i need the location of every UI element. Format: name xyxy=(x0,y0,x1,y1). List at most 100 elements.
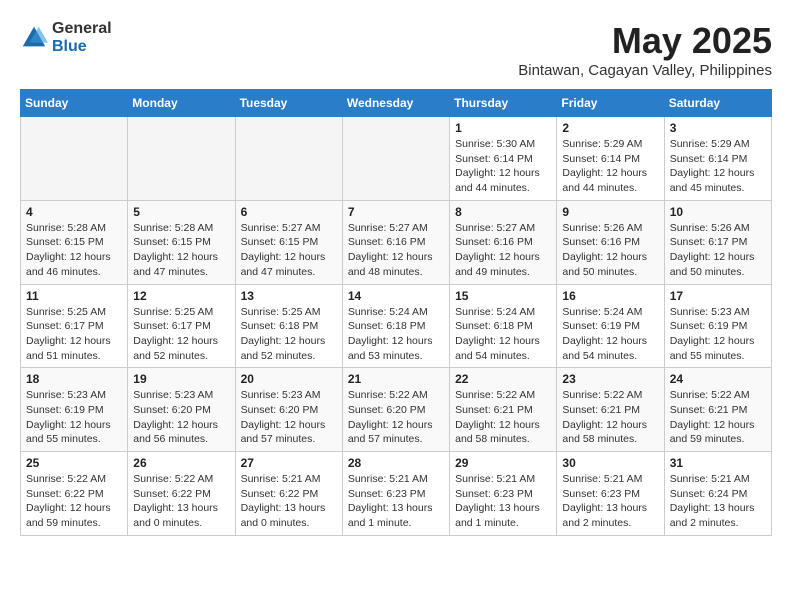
day-info: Sunrise: 5:26 AMSunset: 6:17 PMDaylight:… xyxy=(670,221,766,280)
day-number: 17 xyxy=(670,289,766,303)
day-info: Sunrise: 5:24 AMSunset: 6:18 PMDaylight:… xyxy=(348,305,444,364)
day-info: Sunrise: 5:22 AMSunset: 6:22 PMDaylight:… xyxy=(133,472,229,531)
day-number: 6 xyxy=(241,205,337,219)
page-header: General Blue May 2025 Bintawan, Cagayan … xyxy=(20,20,772,79)
day-info: Sunrise: 5:25 AMSunset: 6:18 PMDaylight:… xyxy=(241,305,337,364)
day-number: 29 xyxy=(455,456,551,470)
col-header-friday: Friday xyxy=(557,90,664,117)
day-cell-12: 12 Sunrise: 5:25 AMSunset: 6:17 PMDayligh… xyxy=(128,284,235,368)
day-info: Sunrise: 5:21 AMSunset: 6:23 PMDaylight:… xyxy=(455,472,551,531)
day-cell-8: 8Sunrise: 5:27 AMSunset: 6:16 PMDaylight… xyxy=(450,200,557,284)
empty-cell xyxy=(21,117,128,201)
day-cell-3: 3 Sunrise: 5:29 AMSunset: 6:14 PMDaylight… xyxy=(664,117,771,201)
day-info: Sunrise: 5:22 AMSunset: 6:21 PMDaylight:… xyxy=(562,388,658,447)
day-number: 31 xyxy=(670,456,766,470)
calendar-title: May 2025 xyxy=(518,20,772,62)
day-number: 8 xyxy=(455,205,551,219)
day-number: 11 xyxy=(26,289,122,303)
day-cell-4: 4 Sunrise: 5:28 AMSunset: 6:15 PMDaylight… xyxy=(21,200,128,284)
day-cell-20: 20Sunrise: 5:23 AMSunset: 6:20 PMDayligh… xyxy=(235,368,342,452)
day-cell-30: 30 Sunrise: 5:21 AMSunset: 6:23 PMDayligh… xyxy=(557,452,664,536)
day-info: Sunrise: 5:27 AMSunset: 6:16 PMDaylight:… xyxy=(348,221,444,280)
day-number: 3 xyxy=(670,121,766,135)
week-row-4: 18Sunrise: 5:23 AMSunset: 6:19 PMDayligh… xyxy=(21,368,772,452)
day-number: 15 xyxy=(455,289,551,303)
day-number: 7 xyxy=(348,205,444,219)
day-info: Sunrise: 5:27 AMSunset: 6:15 PMDaylight:… xyxy=(241,221,337,280)
day-number: 14 xyxy=(348,289,444,303)
col-header-thursday: Thursday xyxy=(450,90,557,117)
col-header-sunday: Sunday xyxy=(21,90,128,117)
day-number: 2 xyxy=(562,121,658,135)
day-number: 18 xyxy=(26,372,122,386)
day-info: Sunrise: 5:21 AMSunset: 6:22 PMDaylight:… xyxy=(241,472,337,531)
day-number: 4 xyxy=(26,205,122,219)
empty-cell xyxy=(235,117,342,201)
day-number: 24 xyxy=(670,372,766,386)
header-row: SundayMondayTuesdayWednesdayThursdayFrid… xyxy=(21,90,772,117)
day-number: 20 xyxy=(241,372,337,386)
day-info: Sunrise: 5:21 AMSunset: 6:23 PMDaylight:… xyxy=(562,472,658,531)
day-cell-21: 21 Sunrise: 5:22 AMSunset: 6:20 PMDayligh… xyxy=(342,368,449,452)
col-header-wednesday: Wednesday xyxy=(342,90,449,117)
week-row-5: 25 Sunrise: 5:22 AMSunset: 6:22 PMDayligh… xyxy=(21,452,772,536)
day-info: Sunrise: 5:23 AMSunset: 6:20 PMDaylight:… xyxy=(133,388,229,447)
title-block: May 2025 Bintawan, Cagayan Valley, Phili… xyxy=(518,20,772,79)
day-info: Sunrise: 5:24 AMSunset: 6:18 PMDaylight:… xyxy=(455,305,551,364)
col-header-tuesday: Tuesday xyxy=(235,90,342,117)
day-cell-9: 9 Sunrise: 5:26 AMSunset: 6:16 PMDaylight… xyxy=(557,200,664,284)
day-info: Sunrise: 5:28 AMSunset: 6:15 PMDaylight:… xyxy=(133,221,229,280)
day-info: Sunrise: 5:26 AMSunset: 6:16 PMDaylight:… xyxy=(562,221,658,280)
day-cell-27: 27 Sunrise: 5:21 AMSunset: 6:22 PMDayligh… xyxy=(235,452,342,536)
week-row-2: 4 Sunrise: 5:28 AMSunset: 6:15 PMDaylight… xyxy=(21,200,772,284)
day-number: 26 xyxy=(133,456,229,470)
day-number: 5 xyxy=(133,205,229,219)
day-cell-23: 23 Sunrise: 5:22 AMSunset: 6:21 PMDayligh… xyxy=(557,368,664,452)
day-cell-10: 10Sunrise: 5:26 AMSunset: 6:17 PMDayligh… xyxy=(664,200,771,284)
day-info: Sunrise: 5:30 AMSunset: 6:14 PMDaylight:… xyxy=(455,137,551,196)
day-number: 25 xyxy=(26,456,122,470)
day-cell-25: 25 Sunrise: 5:22 AMSunset: 6:22 PMDayligh… xyxy=(21,452,128,536)
calendar-subtitle: Bintawan, Cagayan Valley, Philippines xyxy=(518,62,772,79)
logo-text: General Blue xyxy=(52,20,112,55)
day-info: Sunrise: 5:22 AMSunset: 6:21 PMDaylight:… xyxy=(670,388,766,447)
logo: General Blue xyxy=(20,20,112,55)
day-number: 21 xyxy=(348,372,444,386)
day-info: Sunrise: 5:24 AMSunset: 6:19 PMDaylight:… xyxy=(562,305,658,364)
day-number: 12 xyxy=(133,289,229,303)
day-number: 9 xyxy=(562,205,658,219)
day-number: 30 xyxy=(562,456,658,470)
day-info: Sunrise: 5:22 AMSunset: 6:22 PMDaylight:… xyxy=(26,472,122,531)
day-info: Sunrise: 5:21 AMSunset: 6:23 PMDaylight:… xyxy=(348,472,444,531)
day-cell-16: 16Sunrise: 5:24 AMSunset: 6:19 PMDayligh… xyxy=(557,284,664,368)
day-info: Sunrise: 5:25 AMSunset: 6:17 PMDaylight:… xyxy=(133,305,229,364)
day-cell-29: 29 Sunrise: 5:21 AMSunset: 6:23 PMDayligh… xyxy=(450,452,557,536)
day-info: Sunrise: 5:25 AMSunset: 6:17 PMDaylight:… xyxy=(26,305,122,364)
day-cell-2: 2 Sunrise: 5:29 AMSunset: 6:14 PMDaylight… xyxy=(557,117,664,201)
day-cell-31: 31Sunrise: 5:21 AMSunset: 6:24 PMDayligh… xyxy=(664,452,771,536)
day-info: Sunrise: 5:29 AMSunset: 6:14 PMDaylight:… xyxy=(670,137,766,196)
day-number: 13 xyxy=(241,289,337,303)
empty-cell xyxy=(342,117,449,201)
day-info: Sunrise: 5:28 AMSunset: 6:15 PMDaylight:… xyxy=(26,221,122,280)
day-cell-14: 14 Sunrise: 5:24 AMSunset: 6:18 PMDayligh… xyxy=(342,284,449,368)
week-row-1: 1 Sunrise: 5:30 AMSunset: 6:14 PMDaylight… xyxy=(21,117,772,201)
day-number: 19 xyxy=(133,372,229,386)
calendar-table: SundayMondayTuesdayWednesdayThursdayFrid… xyxy=(20,89,772,536)
day-number: 1 xyxy=(455,121,551,135)
logo-icon xyxy=(20,24,48,52)
day-cell-1: 1 Sunrise: 5:30 AMSunset: 6:14 PMDaylight… xyxy=(450,117,557,201)
col-header-monday: Monday xyxy=(128,90,235,117)
logo-general: General xyxy=(52,20,112,38)
day-cell-28: 28 Sunrise: 5:21 AMSunset: 6:23 PMDayligh… xyxy=(342,452,449,536)
day-number: 28 xyxy=(348,456,444,470)
day-info: Sunrise: 5:29 AMSunset: 6:14 PMDaylight:… xyxy=(562,137,658,196)
day-cell-15: 15 Sunrise: 5:24 AMSunset: 6:18 PMDayligh… xyxy=(450,284,557,368)
week-row-3: 11 Sunrise: 5:25 AMSunset: 6:17 PMDayligh… xyxy=(21,284,772,368)
day-number: 27 xyxy=(241,456,337,470)
day-info: Sunrise: 5:22 AMSunset: 6:20 PMDaylight:… xyxy=(348,388,444,447)
day-number: 23 xyxy=(562,372,658,386)
day-cell-19: 19 Sunrise: 5:23 AMSunset: 6:20 PMDayligh… xyxy=(128,368,235,452)
logo-blue: Blue xyxy=(52,38,112,56)
day-cell-26: 26 Sunrise: 5:22 AMSunset: 6:22 PMDayligh… xyxy=(128,452,235,536)
